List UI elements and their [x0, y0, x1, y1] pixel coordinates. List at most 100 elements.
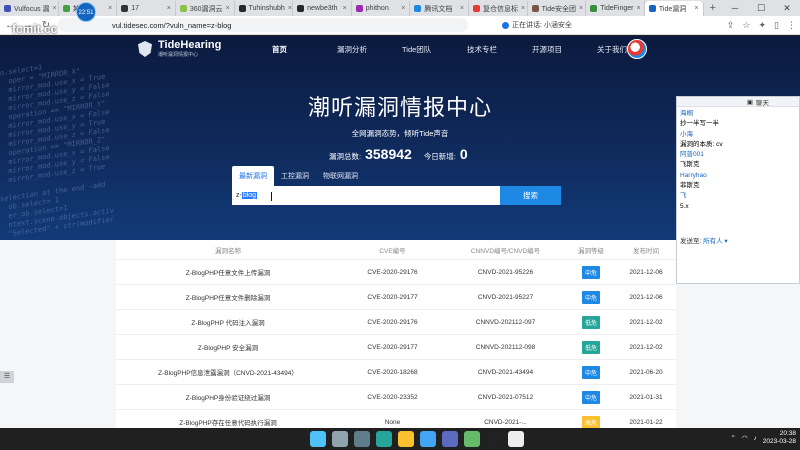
browser-tab-strip: Vulfocus 漏×某×17×360漏洞云×Tuhinshubh×newbe3…: [0, 0, 800, 16]
speaking-indicator: 正在讲话: 小涵安全: [502, 20, 572, 30]
tab-close-icon[interactable]: ×: [636, 5, 640, 12]
table-row[interactable]: Z-BlogPHP 代码注入漏洞 CVE-2020-29176 CNNVD-2021…: [116, 310, 676, 335]
typora-icon[interactable]: [508, 431, 524, 447]
browser-tab[interactable]: Tide安全团 ×: [528, 1, 587, 16]
col-level[interactable]: 漏洞等级: [566, 245, 616, 255]
severity-badge: 高危: [581, 415, 600, 428]
maximize-icon[interactable]: ☐: [748, 0, 774, 16]
tab-close-icon[interactable]: ×: [288, 5, 292, 12]
side-menu-button[interactable]: ☰: [0, 371, 14, 383]
send-to-dropdown[interactable]: 所有人 ▾: [703, 238, 728, 245]
chat-message: 飞斯克: [680, 161, 700, 169]
vuln-name[interactable]: Z-BlogPHP存在任意代码执行漏洞: [116, 417, 340, 427]
table-row[interactable]: Z-BlogPHP任意文件删除漏洞 CVE-2020-29177 CNVD-2021…: [116, 285, 676, 310]
browser-tab[interactable]: newbe3th ×: [293, 1, 352, 16]
col-date[interactable]: 发布时间: [616, 245, 676, 255]
windows-taskbar: ⌃ ◠ ♪ 20:38 2023-03-28: [0, 428, 800, 450]
tab-iot[interactable]: 物联网漏洞: [316, 166, 365, 187]
tab-close-icon[interactable]: ×: [167, 5, 171, 12]
menu-item-tech[interactable]: 技术专栏: [467, 44, 532, 55]
speaking-text: 正在讲话: 小涵安全: [512, 22, 572, 29]
tab-latest[interactable]: 最新漏洞: [232, 166, 274, 187]
vuln-name[interactable]: Z-BlogPHP身份验证绕过漏洞: [116, 392, 340, 402]
text-cursor-icon: [271, 192, 273, 201]
close-icon[interactable]: ✕: [774, 0, 800, 16]
browser-tab[interactable]: TideFinger ×: [586, 1, 645, 16]
severity-badge: 中危: [581, 290, 600, 304]
menu-icon[interactable]: ⋮: [787, 20, 796, 31]
chat-message: 5.x: [680, 202, 689, 210]
tab-close-icon[interactable]: ×: [694, 5, 698, 12]
new-tab-button[interactable]: +: [704, 1, 722, 16]
browser-tab[interactable]: 360漏洞云 ×: [176, 1, 235, 16]
clock[interactable]: 20:38 2023-03-28: [763, 430, 796, 446]
tab-industrial[interactable]: 工控漏洞: [274, 166, 316, 187]
chat-send-to: 发送至: 所有人 ▾: [680, 235, 728, 245]
table-row[interactable]: Z-BlogPHP 安全漏洞 CVE-2020-29177 CNNVD-202112…: [116, 335, 676, 360]
tab-label: Tide漏洞: [658, 5, 687, 13]
tab-label: 17: [131, 5, 140, 12]
table-row[interactable]: Z-BlogPHP存在任意代码执行漏洞 None CNVD-2021-... 高危 20…: [116, 410, 676, 428]
menu-item-team[interactable]: Tide团队: [402, 44, 467, 55]
tab-close-icon[interactable]: ×: [521, 5, 525, 12]
menu-item-analysis[interactable]: 漏洞分析: [337, 44, 402, 55]
chat-header: ▣ 聊天: [677, 97, 799, 107]
vuln-name[interactable]: Z-BlogPHP 代码注入漏洞: [116, 317, 340, 327]
start-icon[interactable]: [310, 431, 326, 447]
tab-close-icon[interactable]: ×: [579, 5, 583, 12]
tab-close-icon[interactable]: ×: [460, 5, 464, 12]
search-button[interactable]: 搜索: [500, 186, 561, 205]
chrome-icon[interactable]: [398, 431, 414, 447]
vuln-name[interactable]: Z-BlogPHP 安全漏洞: [116, 342, 340, 352]
table-row[interactable]: Z-BlogPHP任意文件上传漏洞 CVE-2020-29176 CNVD-2021…: [116, 260, 676, 285]
col-name[interactable]: 漏洞名称: [116, 245, 340, 255]
table-row[interactable]: Z-BlogPHP身份验证绕过漏洞 CVE-2020-23352 CNVD-2021…: [116, 385, 676, 410]
address-bar[interactable]: vul.tidesec.com/?vuln_name=z-blog: [58, 18, 468, 32]
today-value: 0: [459, 146, 468, 162]
cnvd-id: CNNVD-202112-098: [475, 343, 536, 351]
col-cve[interactable]: CVE编号: [340, 245, 445, 255]
vuln-name[interactable]: Z-BlogPHP任意文件上传漏洞: [116, 267, 340, 277]
tab-favicon-icon: [179, 5, 187, 12]
menu-item-opensource[interactable]: 开源项目: [532, 44, 597, 55]
menu-item-home[interactable]: 首页: [272, 44, 337, 55]
extensions-icon[interactable]: ✦: [759, 20, 767, 31]
browser-tab[interactable]: Tide漏洞 ×: [644, 1, 704, 16]
sidebar-icon[interactable]: ▯: [774, 20, 779, 31]
cnvd-id: CNNVD-202112-097: [475, 318, 536, 326]
tab-close-icon[interactable]: ×: [401, 5, 405, 12]
site-logo[interactable]: TideHearing 潮听漏洞情报中心: [138, 40, 221, 58]
tray-chevron-icon[interactable]: ⌃: [730, 434, 735, 442]
wifi-icon[interactable]: ◠: [742, 434, 748, 442]
user-avatar[interactable]: [627, 39, 647, 59]
minimize-icon[interactable]: ─: [722, 0, 748, 16]
main-menu: 首页 漏洞分析 Tide团队 技术专栏 开源项目 关于我们: [272, 44, 662, 55]
severity: 中危: [566, 365, 616, 379]
browser-tab[interactable]: phithon ×: [352, 1, 411, 16]
tab-favicon-icon: [531, 5, 539, 12]
bookmark-star-icon[interactable]: ☆: [742, 20, 750, 31]
edge-icon[interactable]: [376, 431, 392, 447]
volume-icon[interactable]: ♪: [754, 435, 757, 442]
browser-tab[interactable]: 复仓信息标 ×: [469, 1, 528, 16]
publish-date: 2021-12-02: [629, 318, 663, 326]
tab-close-icon[interactable]: ×: [343, 5, 347, 12]
store-icon[interactable]: [420, 431, 436, 447]
browser-tab[interactable]: 17 ×: [117, 1, 176, 16]
search-icon[interactable]: [332, 431, 348, 447]
recording-watermark: 22:51 fcmit.cc: [2, 0, 96, 38]
tab-label: TideFinger: [600, 5, 634, 12]
taskview-icon[interactable]: [354, 431, 370, 447]
table-row[interactable]: Z-BlogPHP信息泄露漏洞（CNVD-2021-43494） CVE-2020…: [116, 360, 676, 385]
browser-tab[interactable]: Tuhinshubh ×: [235, 1, 294, 16]
tab-close-icon[interactable]: ×: [226, 5, 230, 12]
tab-close-icon[interactable]: ×: [108, 5, 112, 12]
vuln-name[interactable]: Z-BlogPHP信息泄露漏洞（CNVD-2021-43494）: [116, 367, 340, 377]
col-cnvd[interactable]: CNNVD编号/CNVD编号: [445, 245, 566, 255]
notepad-icon[interactable]: [464, 431, 480, 447]
browser-tab[interactable]: 腾讯文档 ×: [410, 1, 469, 16]
terminal-icon[interactable]: [486, 431, 502, 447]
app-icon[interactable]: [442, 431, 458, 447]
share-icon[interactable]: ⇪: [727, 20, 735, 31]
vuln-name[interactable]: Z-BlogPHP任意文件删除漏洞: [116, 292, 340, 302]
